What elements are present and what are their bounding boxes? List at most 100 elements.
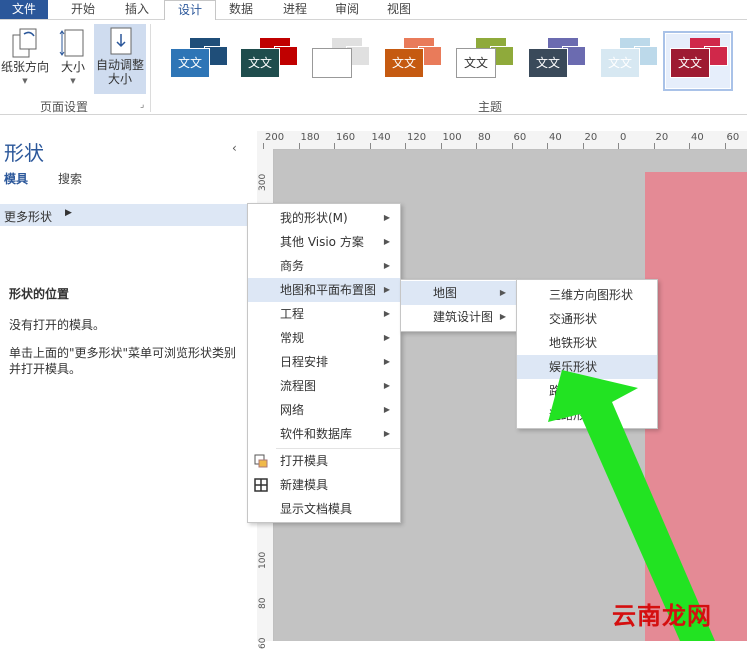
menu3-item[interactable]: 三维方向图形状 xyxy=(517,283,657,307)
page-setup-group-label: 页面设置 xyxy=(40,100,89,114)
menu1-item-label: 网络 xyxy=(280,403,305,417)
tab-data[interactable]: 数据 xyxy=(216,0,266,19)
dialog-launcher-icon[interactable]: ⌟ xyxy=(140,100,144,110)
ruler-tick xyxy=(724,143,726,149)
menu1-action[interactable]: 显示文档模具 xyxy=(248,497,400,521)
page-size-icon xyxy=(59,29,84,57)
tab-search[interactable]: 搜索 xyxy=(58,170,82,187)
menu1-action[interactable]: 打开模具 xyxy=(248,449,400,473)
pane-title: 形状 xyxy=(4,141,44,165)
horizontal-ruler[interactable]: 20018016014012010080604020020406080 xyxy=(257,131,747,150)
menu1-item[interactable]: 工程 ▶ xyxy=(248,302,400,326)
ruler-label: 20 xyxy=(655,132,669,143)
menu1-item-label: 流程图 xyxy=(280,379,317,393)
menu1-item-label: 其他 Visio 方案 xyxy=(280,235,364,249)
chevron-right-icon: ▶ xyxy=(383,309,390,318)
tab-insert[interactable]: 插入 xyxy=(112,0,162,19)
ribbon-tab-bar: 文件 开始 插入 设计 数据 进程 审阅 视图 xyxy=(0,0,747,21)
size-label: 大小 xyxy=(60,60,85,74)
chevron-down-icon: ▼ xyxy=(70,77,76,85)
chevron-right-icon: ▶ xyxy=(65,208,72,218)
menu1-item[interactable]: 其他 Visio 方案 ▶ xyxy=(248,230,400,254)
tab-view[interactable]: 视图 xyxy=(374,0,424,19)
menu1-item[interactable]: 常规 ▶ xyxy=(248,326,400,350)
more-shapes-menu: 我的形状(M) ▶ 其他 Visio 方案 ▶ 商务 ▶ 地图和平面布置图 ▶ 工程 ▶ 常规 ▶ 日程… xyxy=(247,203,401,523)
menu1-item[interactable]: 日程安排 ▶ xyxy=(248,350,400,374)
menu3-item-label: 交通形状 xyxy=(549,312,598,326)
more-shapes-label: 更多形状 xyxy=(4,210,53,224)
theme-option[interactable]: 文文 xyxy=(452,34,516,88)
theme-option[interactable]: 文文 xyxy=(524,34,588,88)
chevron-right-icon: ▶ xyxy=(383,213,390,222)
tab-review[interactable]: 审阅 xyxy=(322,0,372,19)
ruler-label: 180 xyxy=(300,132,320,143)
maps-submenu: 地图 ▶ 建筑设计图 ▶ xyxy=(400,279,517,332)
ruler-label: 40 xyxy=(691,132,704,143)
ruler-label: 200 xyxy=(265,132,285,143)
menu2-item-label: 地图 xyxy=(433,286,458,300)
ruler-label: 160 xyxy=(336,132,356,143)
ruler-label: 60 xyxy=(513,132,527,143)
theme-option[interactable]: 文文 xyxy=(596,34,660,88)
ruler-tick xyxy=(511,143,513,149)
theme-option[interactable]: 文文 xyxy=(380,34,444,88)
chevron-right-icon: ▶ xyxy=(383,261,390,270)
theme-option[interactable]: 文文 xyxy=(236,34,300,88)
menu1-item[interactable]: 软件和数据库 ▶ xyxy=(248,422,400,446)
menu2-item[interactable]: 地图 ▶ xyxy=(401,281,516,305)
menu1-item-label: 商务 xyxy=(280,259,305,273)
menu3-item[interactable]: 地铁形状 xyxy=(517,331,657,355)
paper-orientation-label: 纸张方向 xyxy=(0,60,49,74)
menu1-item[interactable]: 流程图 ▶ xyxy=(248,374,400,398)
menu2-item[interactable]: 建筑设计图 ▶ xyxy=(401,305,516,329)
ruler-tick xyxy=(653,143,655,149)
menu1-action-label: 显示文档模具 xyxy=(280,502,353,516)
menu1-action-label: 打开模具 xyxy=(280,454,329,468)
tab-home[interactable]: 开始 xyxy=(58,0,108,19)
chevron-right-icon: ▶ xyxy=(499,312,506,321)
tab-process[interactable]: 进程 xyxy=(270,0,320,19)
menu1-item[interactable]: 商务 ▶ xyxy=(248,254,400,278)
theme-sample-text: 文文 xyxy=(456,48,496,78)
watermark: 云南龙网 xyxy=(612,602,712,630)
tab-file[interactable]: 文件 xyxy=(0,0,48,19)
hint-text: 单击上面的"更多形状"菜单可浏览形状类别并打开模具。 xyxy=(9,346,237,376)
ribbon: 纸张方向 ▼ 大小 ▼ 自动调整 大小 页面设置 ⌟ 主题 文文 文文 文文 文文 文文… xyxy=(0,20,747,115)
theme-option[interactable]: 文文 xyxy=(308,34,372,88)
ruler-label: 300 xyxy=(258,173,268,191)
theme-sample-text: 文文 xyxy=(600,48,640,78)
size-button[interactable]: 大小 ▼ xyxy=(56,26,90,88)
theme-sample-text: 文文 xyxy=(528,48,568,78)
no-stencils-text: 没有打开的模具。 xyxy=(9,318,106,332)
auto-resize-button[interactable]: 自动调整 大小 xyxy=(94,24,146,94)
ruler-label: 120 xyxy=(407,132,427,143)
chevron-down-icon: ▼ xyxy=(22,77,28,85)
theme-option[interactable]: 文文 xyxy=(663,31,733,91)
menu1-item[interactable]: 地图和平面布置图 ▶ xyxy=(248,278,400,302)
ruler-tick xyxy=(618,143,619,149)
menu2-item-label: 建筑设计图 xyxy=(433,310,494,324)
ruler-label: 80 xyxy=(258,597,268,609)
chevron-right-icon: ▶ xyxy=(383,237,390,246)
chevron-right-icon: ▶ xyxy=(499,288,506,297)
more-shapes-button[interactable]: 更多形状 ▶ xyxy=(0,204,247,226)
ruler-label: 80 xyxy=(478,132,491,143)
ruler-label: 140 xyxy=(371,132,391,143)
menu3-item[interactable]: 交通形状 xyxy=(517,307,657,331)
collapse-pane-icon[interactable]: ‹ xyxy=(232,141,237,155)
menu1-item-label: 工程 xyxy=(280,307,305,321)
menu1-item[interactable]: 我的形状(M) ▶ xyxy=(248,206,400,230)
chevron-right-icon: ▶ xyxy=(383,357,390,366)
menu1-item-label: 常规 xyxy=(280,331,305,345)
paper-orientation-button[interactable]: 纸张方向 ▼ xyxy=(0,26,50,88)
ruler-label: 60 xyxy=(726,132,740,143)
menu1-item[interactable]: 网络 ▶ xyxy=(248,398,400,422)
tab-stencils[interactable]: 模具 xyxy=(4,170,28,187)
menu1-action[interactable]: 新建模具 xyxy=(248,473,400,497)
chevron-right-icon: ▶ xyxy=(383,333,390,342)
chevron-right-icon: ▶ xyxy=(383,285,390,294)
chevron-right-icon: ▶ xyxy=(383,405,390,414)
theme-option[interactable]: 文文 xyxy=(166,34,230,88)
tab-design[interactable]: 设计 xyxy=(164,0,216,21)
group-separator xyxy=(150,24,151,112)
